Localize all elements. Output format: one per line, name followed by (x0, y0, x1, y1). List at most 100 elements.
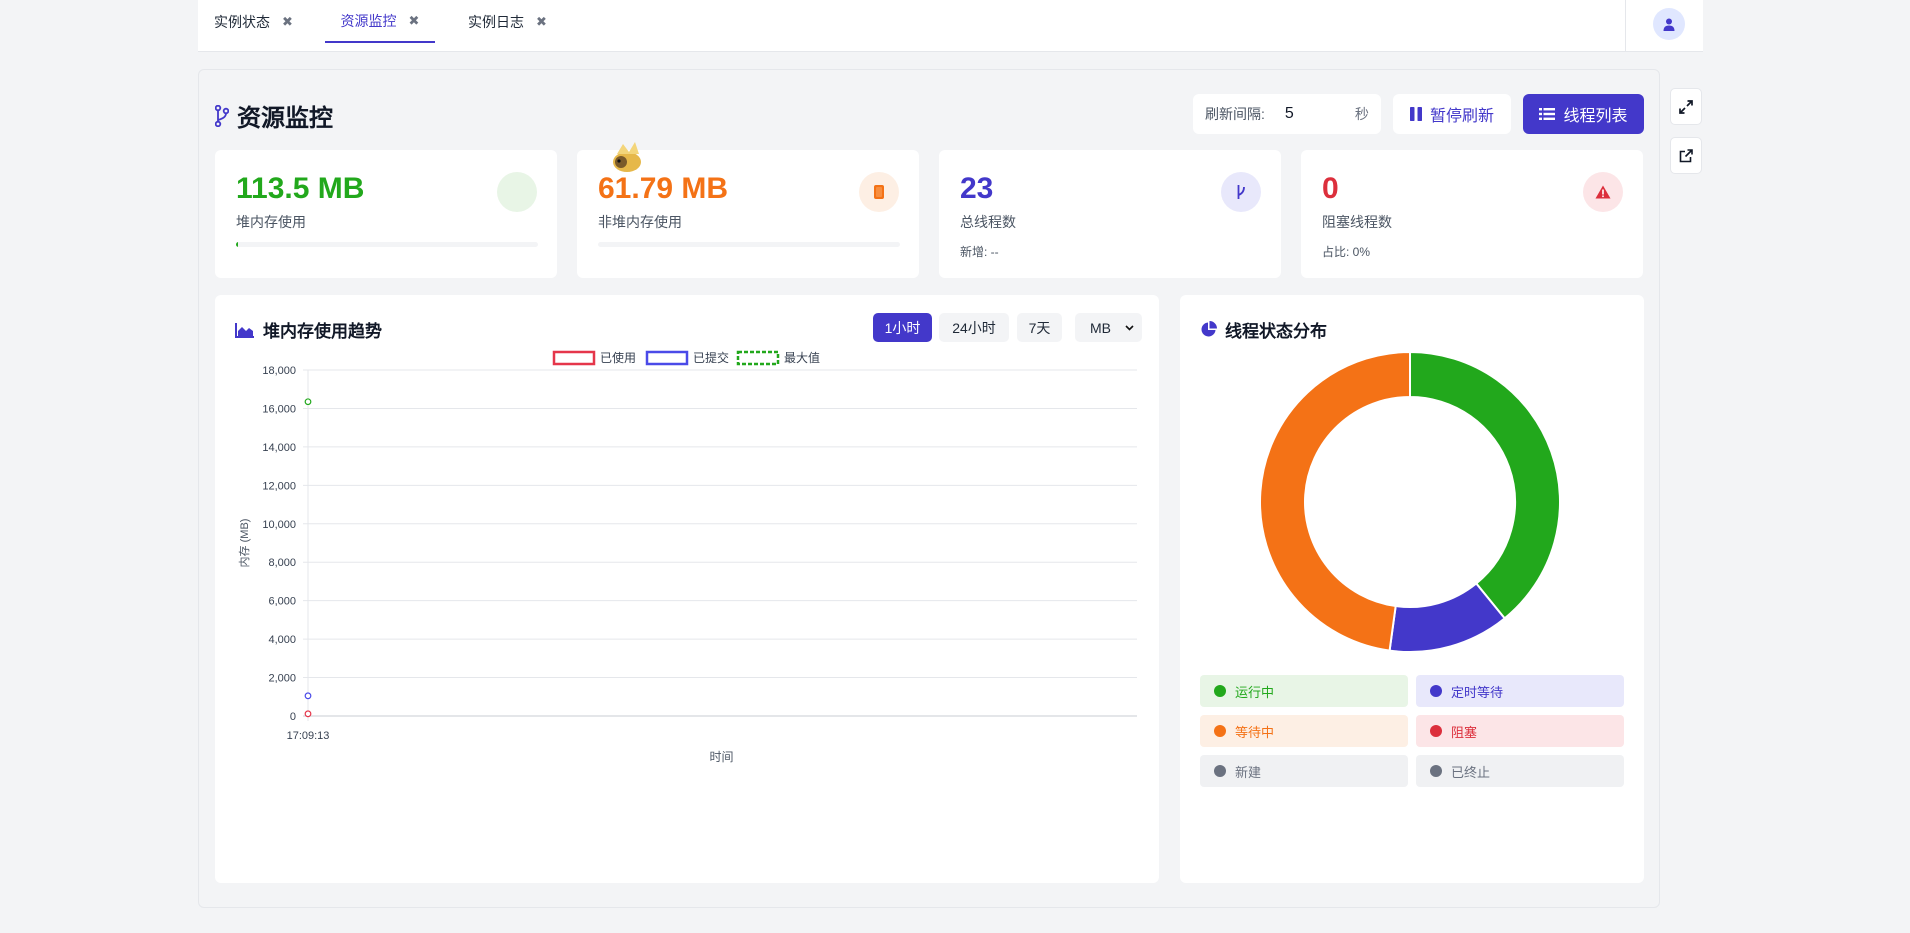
pause-refresh-label: 暂停刷新 (1429, 108, 1494, 125)
legend-item[interactable]: 阻塞 (1416, 715, 1624, 747)
branch-icon (215, 104, 229, 127)
tab-label: 实例日志 (468, 13, 524, 30)
refresh-label: 刷新间隔: (1205, 106, 1265, 122)
memory-icon (497, 172, 537, 212)
legend-dot (1430, 685, 1442, 697)
tab-label: 资源监控 (340, 12, 397, 29)
tab-instance-logs[interactable]: 实例日志 ✖ (468, 0, 547, 43)
x-tick-label: 17:09:13 (287, 730, 330, 742)
legend-swatch (736, 350, 780, 366)
chevron-down-icon (1125, 324, 1134, 331)
pause-refresh-button[interactable]: 暂停刷新 (1393, 94, 1511, 134)
legend-label: 阻塞 (1451, 724, 1478, 740)
blocked-threads-value: 0 (1322, 172, 1339, 205)
blocked-ratio-text: 占比: 0% (1322, 245, 1371, 259)
y-tick-label: 4,000 (268, 634, 296, 646)
legend-item[interactable]: 已终止 (1416, 755, 1624, 787)
warning-icon (1583, 172, 1623, 212)
pause-icon (1409, 107, 1422, 121)
thread-list-button[interactable]: 线程列表 (1523, 94, 1644, 134)
tab-label: 实例状态 (214, 13, 270, 30)
refresh-interval: 刷新间隔: 5 秒 (1193, 94, 1381, 134)
external-link-icon (1679, 148, 1693, 162)
user-icon (1663, 18, 1675, 31)
tab-instance-status[interactable]: 实例状态 ✖ (214, 0, 293, 43)
fullscreen-button[interactable] (1670, 88, 1702, 125)
heap-trend-card: 堆内存使用趋势 1小时 24小时 7天 MB 已使用 已提交 最大值 0 2,000 4… (215, 295, 1159, 883)
unit-select[interactable]: MB (1075, 313, 1142, 342)
range-7d-button[interactable]: 7天 (1017, 313, 1062, 342)
y-axis-label: 内存 (MB) (237, 519, 251, 568)
legend-swatch (645, 350, 689, 366)
y-tick-label: 6,000 (268, 596, 296, 608)
blocked-threads-card: 0 阻塞线程数 占比: 0% (1301, 150, 1643, 278)
heap-line-chart: 已使用 已提交 最大值 0 2,000 4,000 6,000 8,000 10,000 12,… (237, 350, 1137, 764)
legend-item[interactable]: 运行中 (1200, 675, 1408, 707)
unit-select-value: MB (1090, 319, 1111, 336)
heap-memory-label: 堆内存使用 (236, 214, 306, 230)
thread-state-title: 线程状态分布 (1200, 317, 1327, 342)
page-title-text: 资源监控 (237, 105, 333, 132)
y-tick-label: 12,000 (262, 480, 296, 492)
thread-state-card: 线程状态分布 运行中 定时等待等待中 阻塞新建 已终止 (1180, 295, 1644, 883)
heap-usage-bar (236, 242, 538, 247)
legend-swatch (552, 350, 596, 366)
range-1h-button[interactable]: 1小时 (873, 313, 932, 342)
new-threads-text: 新增: -- (960, 245, 999, 259)
chart-grid (303, 369, 1137, 721)
legend-label: 已提交 (693, 350, 729, 365)
user-avatar[interactable] (1653, 8, 1685, 40)
legend-dot (1214, 765, 1226, 777)
heap-memory-value: 113.5 MB (236, 172, 365, 205)
refresh-interval-input[interactable]: 5 (1285, 105, 1355, 123)
chart-legend: 已使用 已提交 最大值 (552, 350, 820, 366)
legend-label: 已终止 (1451, 764, 1491, 780)
total-threads-card: 23 总线程数 新增: -- (939, 150, 1281, 278)
heap-trend-title-text: 堆内存使用趋势 (263, 322, 382, 341)
legend-label: 运行中 (1235, 684, 1275, 700)
divider (1625, 0, 1626, 51)
page-title: 资源监控 (215, 98, 333, 133)
list-icon (1539, 108, 1556, 120)
legend-dot (1430, 725, 1442, 737)
blocked-threads-label: 阻塞线程数 (1322, 214, 1392, 230)
close-icon[interactable]: ✖ (282, 14, 293, 30)
thread-list-label: 线程列表 (1563, 108, 1628, 125)
y-tick-label: 0 (290, 711, 296, 723)
x-axis-label: 时间 (709, 750, 733, 764)
legend-label: 定时等待 (1451, 684, 1504, 700)
close-icon[interactable]: ✖ (536, 14, 547, 30)
thread-donut-chart (1259, 350, 1561, 653)
open-external-button[interactable] (1670, 137, 1702, 174)
y-tick-label: 10,000 (262, 519, 296, 531)
nonheap-memory-card: 61.79 MB 非堆内存使用 (577, 142, 919, 278)
legend-label: 已使用 (600, 350, 636, 365)
mascot-icon (613, 142, 641, 172)
total-threads-label: 总线程数 (960, 214, 1016, 230)
legend-item[interactable]: 新建 (1200, 755, 1408, 787)
legend-dot (1214, 725, 1226, 737)
refresh-unit: 秒 (1354, 106, 1369, 122)
legend-label: 新建 (1235, 764, 1262, 780)
nonheap-memory-label: 非堆内存使用 (598, 214, 682, 230)
tab-resource-monitor[interactable]: 资源监控 ✖ (325, 0, 435, 43)
range-24h-button[interactable]: 24小时 (939, 313, 1009, 342)
legend-dot (1214, 685, 1226, 697)
donut-slice-等待中 (1259, 350, 1411, 652)
x-axis-ticks: 17:09:13 (287, 730, 330, 742)
heap-usage-fill (236, 242, 238, 247)
data-point (304, 692, 312, 700)
y-tick-label: 18,000 (262, 365, 296, 377)
area-chart-icon (235, 322, 254, 338)
y-tick-label: 8,000 (268, 557, 296, 569)
thread-state-title-text: 线程状态分布 (1225, 322, 1327, 341)
total-threads-value: 23 (960, 172, 994, 205)
legend-item[interactable]: 等待中 (1200, 715, 1408, 747)
close-icon[interactable]: ✖ (409, 13, 420, 29)
nonheap-memory-value: 61.79 MB (598, 172, 729, 205)
data-point (304, 710, 312, 718)
heap-trend-title: 堆内存使用趋势 (235, 317, 382, 342)
legend-dot (1430, 765, 1442, 777)
legend-item[interactable]: 定时等待 (1416, 675, 1624, 707)
legend-label: 等待中 (1235, 724, 1275, 740)
